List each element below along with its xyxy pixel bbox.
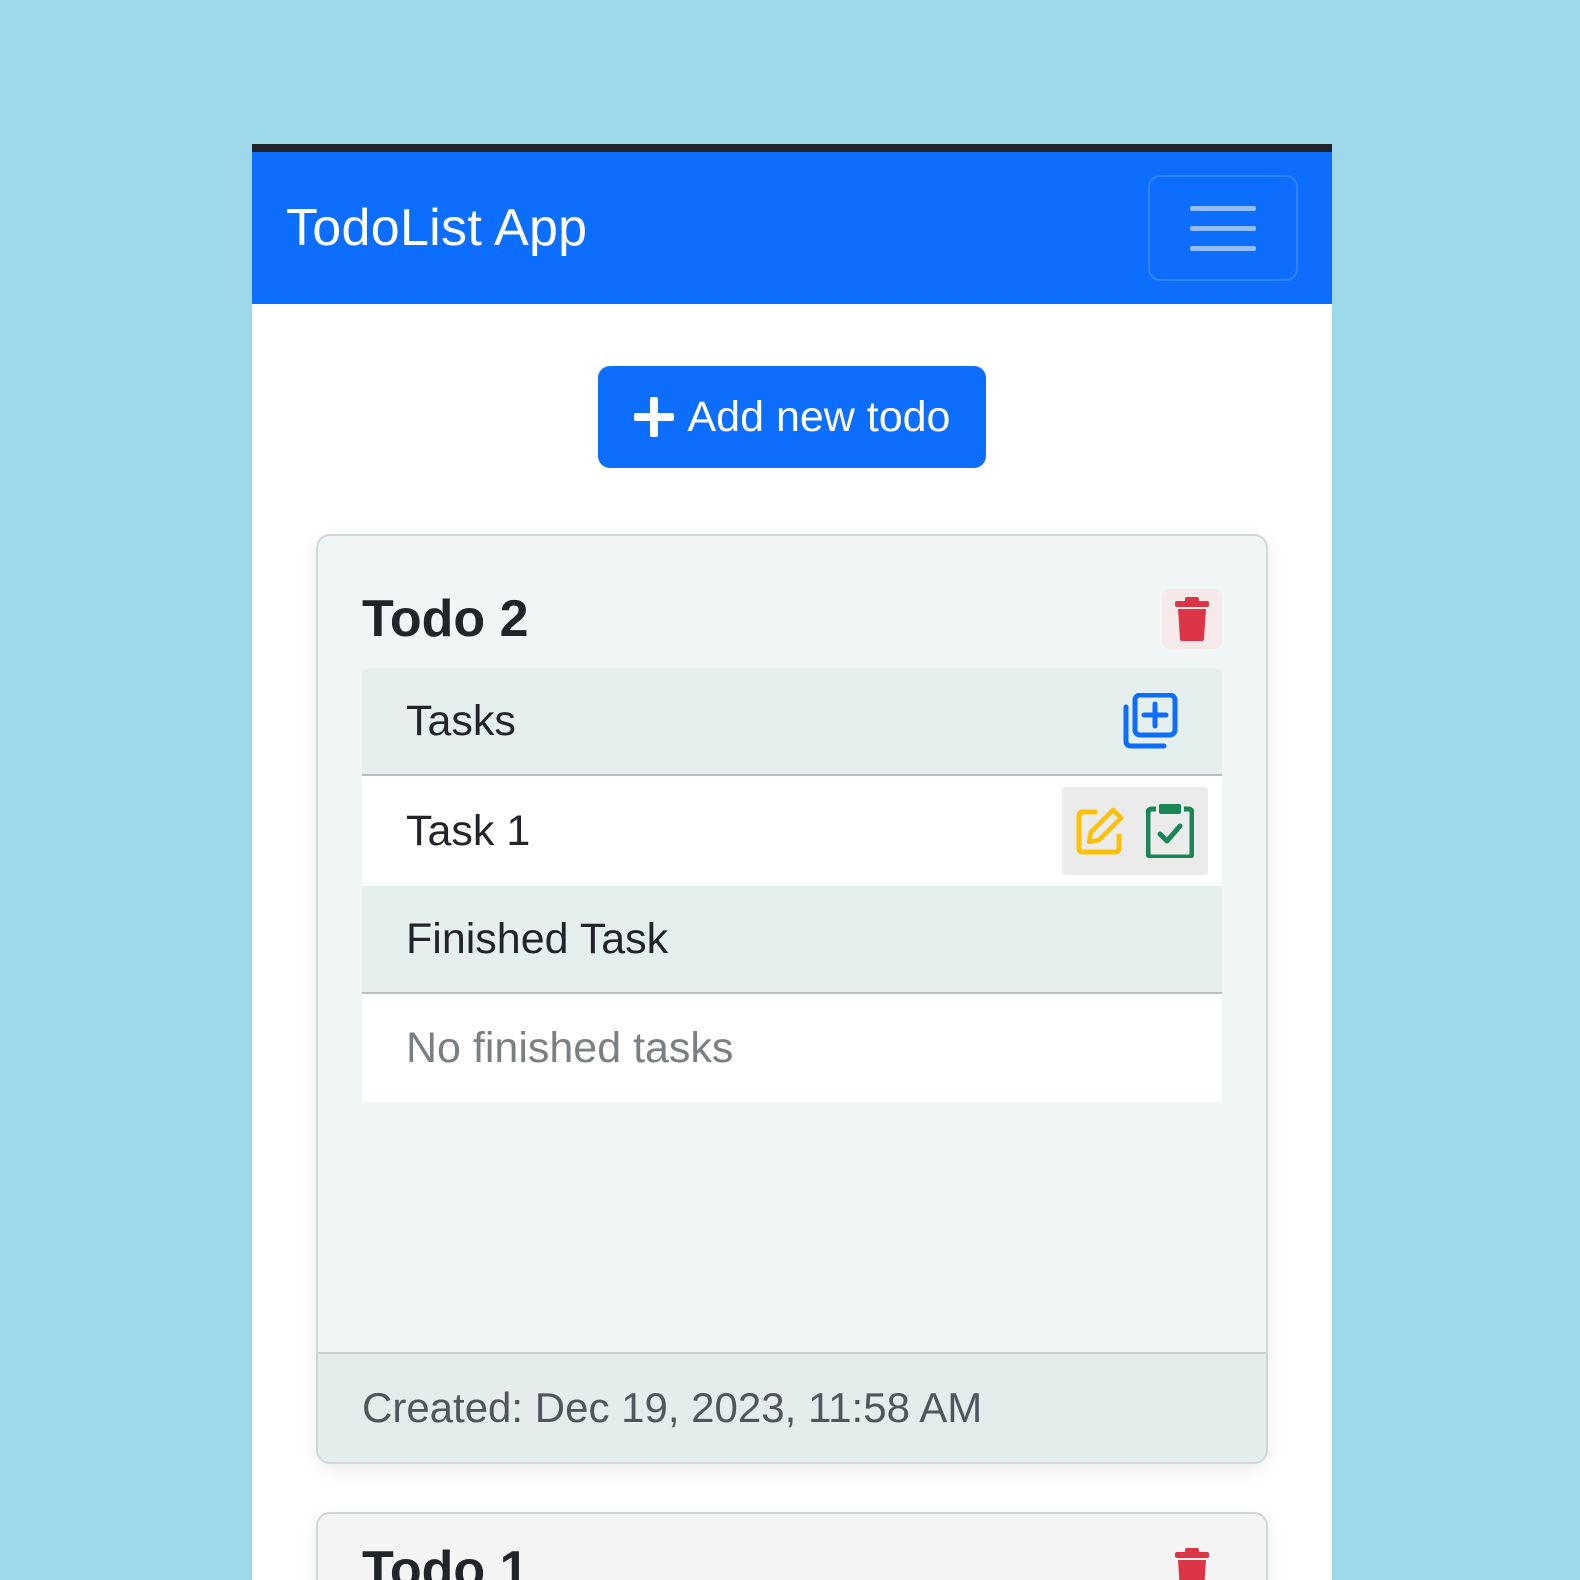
edit-task-button[interactable] [1068,791,1132,871]
todo-title: Todo 2 [362,590,529,648]
created-timestamp: Created: Dec 19, 2023, 11:58 AM [362,1384,983,1431]
finished-header: Finished Task [362,886,1222,994]
delete-todo-button[interactable] [1162,589,1222,649]
todo-created-footer: Created: Dec 19, 2023, 11:58 AM [318,1352,1266,1462]
hamburger-icon-line [1190,205,1256,211]
menu-toggle-button[interactable] [1148,175,1298,281]
clipboard-check-icon [1146,804,1194,858]
tasks-header-label: Tasks [406,696,516,745]
finished-header-label: Finished Task [406,914,669,963]
task-actions [1062,787,1208,875]
plus-icon [633,397,674,437]
todo-card: Todo 2 Tasks Task 1 Finished Task No fin… [316,534,1268,1464]
add-todo-container: Add new todo [252,366,1332,468]
finished-empty-row: No finished tasks [362,994,1222,1102]
task-row: Task 1 [362,776,1222,886]
status-strip [252,144,1332,152]
add-todo-label: Add new todo [687,392,951,441]
todo-card: Todo 1 [316,1512,1268,1580]
complete-task-button[interactable] [1138,791,1202,871]
pencil-square-icon [1076,807,1124,855]
finished-empty-text: No finished tasks [406,1023,734,1072]
trash-icon [1175,1548,1209,1580]
tasks-header: Tasks [362,668,1222,776]
task-label: Task 1 [406,806,531,855]
trash-icon [1175,597,1209,641]
hamburger-icon-line [1190,225,1256,231]
brand-title[interactable]: TodoList App [286,198,587,258]
navbar: TodoList App [252,152,1332,304]
add-todo-button[interactable]: Add new todo [597,366,987,468]
task-list: Tasks Task 1 Finished Task No finished t… [362,668,1222,1102]
add-task-icon[interactable] [1122,693,1178,749]
app-window: TodoList App Add new todo Todo 2 Tasks T… [252,144,1332,1580]
delete-todo-button[interactable] [1162,1540,1222,1580]
hamburger-icon-line [1190,245,1256,251]
todo-title: Todo 1 [362,1541,529,1580]
